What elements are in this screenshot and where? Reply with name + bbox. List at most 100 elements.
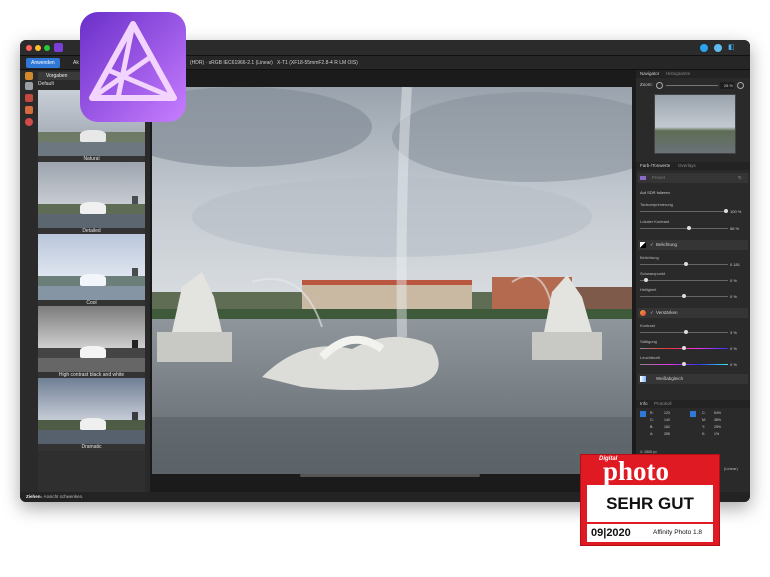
slider-knob[interactable] <box>687 226 692 230</box>
exposure-section[interactable]: ✓ Belichtung <box>638 240 748 250</box>
cyan-value: 54% <box>714 411 722 415</box>
fountain-photo <box>152 87 632 474</box>
slider-knob[interactable] <box>644 278 649 282</box>
tab-overlays[interactable]: Overlays <box>678 162 696 170</box>
zoom-window-button[interactable] <box>44 45 50 51</box>
saturation-value[interactable]: 0 % <box>730 346 737 351</box>
exposure-title: Belichtung <box>656 242 678 247</box>
sdr-checkbox[interactable]: Auf SDR folieren <box>640 190 670 195</box>
vibrance-slider[interactable] <box>640 362 728 366</box>
status-hint-text: = Ansicht schwenken. <box>40 494 84 499</box>
zoom-value[interactable]: 28 % <box>720 82 734 89</box>
presets-tab-label: Vorgaben <box>46 73 68 79</box>
saturation-label: Sättigung <box>640 339 657 344</box>
zoom-out-icon[interactable] <box>656 82 663 89</box>
badge-rating: SEHR GUT <box>606 494 694 513</box>
eraser-tool-icon[interactable] <box>25 106 33 114</box>
exposure-value[interactable]: 0.181 <box>730 262 740 267</box>
black-point-value[interactable]: 0 % <box>730 278 737 283</box>
slider-knob[interactable] <box>682 346 686 350</box>
info-tabs: Info Protokoll <box>636 400 750 408</box>
view-mode-icon[interactable]: ◧ <box>728 44 737 52</box>
contrast-value[interactable]: 3 % <box>730 330 737 335</box>
green-value: 140 <box>664 418 670 422</box>
pointer-icon <box>640 411 646 417</box>
badge-rating-box: SEHR GUT <box>587 485 713 522</box>
exposure-check-icon[interactable]: ✓ <box>650 240 654 250</box>
hand-tool-icon[interactable] <box>25 72 33 80</box>
preset-label: Dramatic <box>38 444 145 451</box>
tone-compression-label: Tonkomprimierung <box>640 202 673 207</box>
preset-section[interactable]: Preset ↻ <box>638 173 748 183</box>
document-info: (HDR) · sRGB IEC61966-2.1 (Linear) X-T1 … <box>190 60 358 66</box>
zoom-in-icon[interactable] <box>737 82 744 89</box>
zoom-tool-icon[interactable] <box>25 82 33 90</box>
sdr-checkbox-label: Auf SDR folieren <box>640 190 670 195</box>
minimize-window-button[interactable] <box>35 45 41 51</box>
slider-knob[interactable] <box>683 262 688 266</box>
close-window-button[interactable] <box>26 45 32 51</box>
slider-knob[interactable] <box>724 209 728 213</box>
slider-knob[interactable] <box>682 362 686 366</box>
snapping-icon[interactable] <box>714 44 722 52</box>
white-balance-icon <box>640 376 646 382</box>
tone-compression-slider[interactable] <box>640 209 728 213</box>
preset-thumbnail <box>38 234 145 300</box>
white-balance-title: Weißabgleich <box>656 376 684 381</box>
red-value: 123 <box>664 411 670 415</box>
reset-icon[interactable]: ↻ <box>738 173 742 183</box>
persona-icon[interactable] <box>54 43 63 52</box>
navigator-preview[interactable] <box>654 94 736 154</box>
tone-compression-value[interactable]: 100 % <box>730 209 741 214</box>
local-contrast-slider[interactable] <box>640 226 728 230</box>
pointer-icon <box>690 411 696 417</box>
award-badge: Digital photo SEHR GUT 09|2020 Affinity … <box>580 454 720 546</box>
brightness-label: Helligkeit <box>640 287 657 292</box>
exposure-slider[interactable] <box>640 262 728 266</box>
apply-button[interactable]: Anwenden <box>26 58 60 68</box>
tab-navigator[interactable]: Navigator <box>640 70 659 78</box>
preset-section-label: Preset <box>652 175 666 180</box>
enhance-icon <box>640 310 646 316</box>
black-point-slider[interactable] <box>640 278 728 282</box>
white-balance-section[interactable]: Weißabgleich <box>638 374 748 384</box>
brush-tool-icon[interactable] <box>25 94 33 102</box>
local-contrast-label: Lokaler Kontrast <box>640 219 670 224</box>
tab-tone-mapping[interactable]: Farb-/Tonwerte <box>640 162 670 170</box>
tab-history[interactable]: Protokoll <box>654 400 672 408</box>
color-profile-text: (Linear) <box>724 466 738 471</box>
local-contrast-value[interactable]: 56 % <box>730 226 739 231</box>
enhance-title: Verstärken <box>656 310 678 315</box>
badge-product: Affinity Photo 1.8 <box>653 529 703 536</box>
brightness-value[interactable]: 0 % <box>730 294 737 299</box>
enhance-section[interactable]: ✓ Verstärken <box>638 308 748 318</box>
slider-knob[interactable] <box>682 294 686 298</box>
zoom-slider[interactable] <box>666 85 718 86</box>
magenta-value: 38% <box>714 418 722 422</box>
preset-group-label: Default <box>38 81 54 87</box>
horizontal-scrollbar[interactable] <box>300 474 480 477</box>
saturation-slider[interactable] <box>640 346 728 350</box>
contrast-label: Kontrast <box>640 323 655 328</box>
tonemap-icon <box>640 176 646 180</box>
slider-knob[interactable] <box>683 330 688 334</box>
exposure-label: Belichtung <box>640 255 659 260</box>
red-eye-tool-icon[interactable] <box>25 118 33 126</box>
brightness-slider[interactable] <box>640 294 728 298</box>
black-value: 1% <box>714 432 720 436</box>
vibrance-value[interactable]: 0 % <box>730 362 737 367</box>
contrast-slider[interactable] <box>640 330 728 334</box>
presets-panel: Vorgaben Default Natural Detailed Cool H… <box>20 70 150 492</box>
studio-panel: Navigator Histogramm Zoom: 28 % Farb-/To… <box>636 70 750 492</box>
zoom-label: Zoom: <box>640 82 653 87</box>
tab-info[interactable]: Info <box>640 400 648 408</box>
enhance-check-icon[interactable]: ✓ <box>650 308 654 318</box>
canvas-area[interactable] <box>150 70 636 492</box>
navigator-tabs: Navigator Histogramm <box>636 70 750 78</box>
affinity-photo-logo-icon <box>80 12 186 122</box>
assistant-icon[interactable] <box>700 44 708 52</box>
tab-histogram[interactable]: Histogramm <box>666 70 690 78</box>
preset-list-empty <box>38 451 145 492</box>
photo-canvas[interactable] <box>152 87 632 474</box>
preset-thumbnail <box>38 378 145 444</box>
